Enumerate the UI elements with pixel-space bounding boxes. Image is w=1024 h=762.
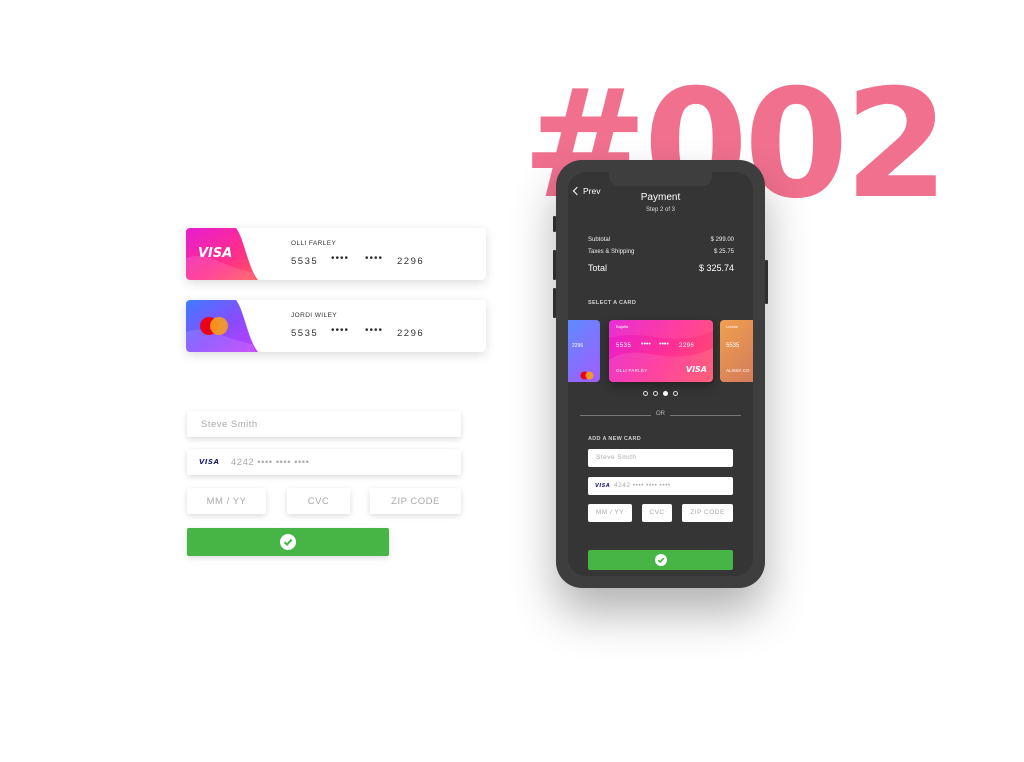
visa-icon: VISA	[199, 458, 220, 466]
card-number-masked: ••••	[659, 341, 669, 348]
card-number-field[interactable]: VISA 4242 •••• •••• ••••	[588, 477, 733, 495]
phone-side-button	[765, 260, 768, 304]
phone-notch	[609, 172, 712, 186]
name-placeholder: Steve Smith	[201, 419, 258, 430]
pager-dot[interactable]	[653, 391, 658, 396]
cvc-placeholder: CVC	[307, 496, 330, 507]
taxes-label: Taxes & Shipping	[588, 249, 635, 255]
submit-button[interactable]	[187, 528, 389, 556]
visa-icon: VISA	[595, 483, 611, 489]
carousel-card-selected[interactable]: Bajaifa 5535 •••• •••• 2296 OLLI FARLEY …	[609, 320, 713, 382]
phone-side-button	[553, 216, 556, 232]
total-value: $ 325.74	[698, 263, 734, 273]
card-number-last: 2296	[572, 343, 584, 349]
visa-logo: VISA	[685, 365, 707, 374]
card-number-field[interactable]: VISA 4242 •••• •••• ••••	[187, 449, 461, 475]
phone-side-button	[553, 250, 556, 280]
card-number-masked: ••••	[365, 325, 384, 336]
cvc-field[interactable]: CVC	[287, 488, 350, 514]
zip-field[interactable]: ZIP CODE	[682, 504, 733, 522]
expiry-placeholder: MM / YY	[595, 509, 625, 516]
add-card-label: ADD A NEW CARD	[588, 436, 641, 442]
zip-field[interactable]: ZIP CODE	[370, 488, 461, 514]
card-number-masked: ••••	[641, 341, 651, 348]
carousel-card-previous[interactable]: 2296	[568, 320, 600, 382]
card-number-last: 2296	[679, 343, 695, 349]
taxes-value: $ 25.75	[713, 249, 734, 255]
card-number-last: 2296	[397, 256, 425, 267]
name-placeholder: Steve Smith	[596, 454, 637, 461]
saved-card-visa[interactable]: VISA OLLI FARLEY 5535 •••• •••• 2296	[186, 228, 486, 280]
phone-side-button	[553, 288, 556, 318]
card-bank-name: Bajaifa	[616, 324, 629, 329]
expiry-field[interactable]: MM / YY	[588, 504, 632, 522]
mastercard-icon	[198, 316, 230, 336]
card-holder-name: ALISSA CO	[726, 368, 750, 373]
card-bank-name: Lorium	[726, 324, 739, 329]
or-label: OR	[656, 411, 665, 417]
saved-card-mastercard[interactable]: JORDI WILEY 5535 •••• •••• 2296	[186, 300, 486, 352]
zip-placeholder: ZIP CODE	[690, 509, 725, 516]
subtotal-value: $ 299.00	[710, 237, 734, 243]
card-number-masked: ••••	[331, 253, 350, 264]
card-holder-name: JORDI WILEY	[291, 312, 337, 319]
name-field[interactable]: Steve Smith	[588, 449, 733, 467]
card-number-placeholder: 4242 •••• •••• ••••	[614, 482, 671, 489]
pager-dot[interactable]	[643, 391, 648, 396]
check-icon	[280, 534, 296, 550]
card-holder-name: OLLI FARLEY	[616, 368, 648, 373]
total-label: Total	[588, 263, 608, 273]
phone-screen: Prev Payment Step 2 of 3 Subtotal $ 299.…	[568, 172, 753, 576]
card-number-masked: ••••	[331, 325, 350, 336]
cvc-field[interactable]: CVC	[642, 504, 672, 522]
phone-mockup: Prev Payment Step 2 of 3 Subtotal $ 299.…	[553, 160, 768, 588]
check-icon	[654, 554, 667, 566]
mastercard-icon	[580, 367, 594, 380]
card-number-placeholder: 4242 •••• •••• ••••	[231, 457, 310, 468]
card-number-first: 5535	[726, 343, 740, 349]
card-number-first: 5535	[291, 256, 319, 267]
step-indicator: Step 2 of 3	[645, 207, 676, 213]
card-number-last: 2296	[397, 328, 425, 339]
subtotal-label: Subtotal	[588, 237, 611, 243]
card-number-masked: ••••	[365, 253, 384, 264]
page-title: Payment	[640, 192, 681, 203]
expiry-placeholder: MM / YY	[206, 496, 247, 507]
pager-dot-active[interactable]	[663, 391, 668, 396]
name-field[interactable]: Steve Smith	[187, 411, 461, 437]
zip-placeholder: ZIP CODE	[391, 496, 440, 507]
carousel-card-next[interactable]: Lorium 5535 ALISSA CO	[720, 320, 753, 382]
expiry-field[interactable]: MM / YY	[187, 488, 266, 514]
pager-dot[interactable]	[673, 391, 678, 396]
select-card-label: SELECT A CARD	[588, 300, 637, 306]
cvc-placeholder: CVC	[649, 509, 665, 516]
card-holder-name: OLLI FARLEY	[291, 240, 337, 247]
card-number-first: 5535	[291, 328, 319, 339]
card-number-first: 5535	[616, 343, 632, 349]
submit-button[interactable]	[588, 550, 733, 570]
visa-logo: VISA	[198, 246, 233, 261]
